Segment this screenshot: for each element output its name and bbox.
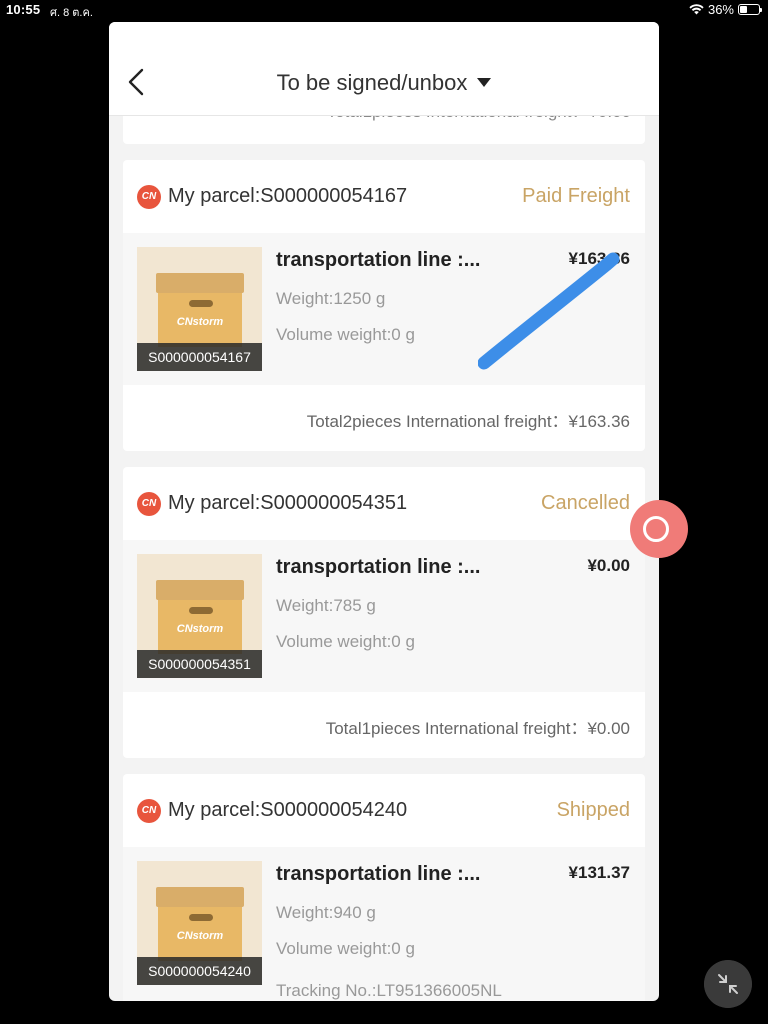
customer-service-icon bbox=[643, 516, 669, 542]
customer-service-button[interactable] bbox=[630, 500, 688, 558]
caret-down-icon bbox=[477, 78, 492, 87]
thumbnail-label: S000000054167 bbox=[137, 343, 262, 371]
top-nav-bar: To be signed/unbox bbox=[109, 22, 659, 116]
parcel-footer: Total1pieces International freight：¥0.00 bbox=[123, 692, 645, 758]
status-date: ศ. 8 ต.ค. bbox=[50, 7, 93, 19]
parcel-status: Paid Freight bbox=[522, 185, 630, 207]
box-handle bbox=[189, 300, 213, 307]
box-handle bbox=[189, 607, 213, 614]
parcel-volume-weight: Volume weight:0 g bbox=[276, 325, 415, 344]
parcel-weight: Weight:785 g bbox=[276, 596, 376, 615]
parcel-footer: Total2pieces International freight：¥163.… bbox=[123, 385, 645, 451]
box-lid bbox=[156, 273, 244, 293]
parcel-volume-weight: Volume weight:0 g bbox=[276, 632, 415, 651]
parcel-price: ¥0.00 bbox=[587, 556, 630, 575]
parcel-thumbnail: CNstorm S000000054240 bbox=[137, 861, 262, 985]
page-title-dropdown[interactable]: To be signed/unbox bbox=[109, 70, 659, 96]
parcel-total-freight: Total1pieces International freight：¥0.00 bbox=[325, 719, 630, 738]
parcel-header: CN My parcel:S000000054167 Paid Freight bbox=[123, 160, 645, 233]
status-time: 10:55 bbox=[6, 2, 41, 17]
collapse-button[interactable] bbox=[704, 960, 752, 1008]
status-right: 36% bbox=[689, 2, 762, 17]
cn-badge-icon: CN bbox=[137, 185, 161, 209]
parcel-header: CN My parcel:S000000054240 Shipped bbox=[123, 774, 645, 847]
parcel-status: Shipped bbox=[556, 799, 630, 821]
parcel-card[interactable]: CN My parcel:S000000054351 Cancelled CNs… bbox=[123, 467, 645, 758]
box-logo: CNstorm bbox=[176, 623, 224, 635]
parcel-header: CN My parcel:S000000054351 Cancelled bbox=[123, 467, 645, 540]
box-icon: CNstorm bbox=[158, 907, 242, 961]
box-logo: CNstorm bbox=[176, 316, 224, 328]
box-icon: CNstorm bbox=[158, 293, 242, 347]
box-lid bbox=[156, 887, 244, 907]
parcel-number: My parcel:S000000054351 bbox=[168, 492, 408, 514]
parcel-list[interactable]: Total1pieces International freight：¥0.00… bbox=[109, 22, 659, 1001]
parcel-number: My parcel:S000000054167 bbox=[168, 185, 408, 207]
status-bar: 10:55 ศ. 8 ต.ค. 36% bbox=[0, 0, 768, 20]
parcel-item[interactable]: CNstorm S000000054240 transportation lin… bbox=[123, 847, 645, 1001]
thumbnail-label: S000000054240 bbox=[137, 957, 262, 985]
wifi-icon bbox=[689, 4, 704, 15]
parcel-weight: Weight:1250 g bbox=[276, 289, 386, 308]
parcel-total-freight: Total2pieces International freight：¥163.… bbox=[306, 412, 630, 431]
parcel-number: My parcel:S000000054240 bbox=[168, 799, 408, 821]
app-window: Total1pieces International freight：¥0.00… bbox=[109, 22, 659, 1001]
tracking-number: Tracking No.:LT951366005NL bbox=[276, 981, 502, 1000]
page-title: To be signed/unbox bbox=[276, 70, 468, 95]
cn-badge-icon: CN bbox=[137, 492, 161, 516]
transportation-line: transportation line :... bbox=[276, 556, 481, 578]
parcel-thumbnail: CNstorm S000000054351 bbox=[137, 554, 262, 678]
box-lid bbox=[156, 580, 244, 600]
transportation-line: transportation line :... bbox=[276, 249, 481, 271]
parcel-card[interactable]: CN My parcel:S000000054240 Shipped CNsto… bbox=[123, 774, 645, 1001]
box-handle bbox=[189, 914, 213, 921]
parcel-status: Cancelled bbox=[541, 492, 630, 514]
box-icon: CNstorm bbox=[158, 600, 242, 654]
parcel-price: ¥131.37 bbox=[568, 863, 630, 882]
parcel-price: ¥163.36 bbox=[568, 249, 630, 268]
battery-icon bbox=[738, 4, 762, 15]
cn-badge-icon: CN bbox=[137, 799, 161, 823]
thumbnail-label: S000000054351 bbox=[137, 650, 262, 678]
parcel-weight: Weight:940 g bbox=[276, 903, 376, 922]
battery-percent: 36% bbox=[707, 2, 734, 17]
parcel-volume-weight: Volume weight:0 g bbox=[276, 939, 415, 958]
box-logo: CNstorm bbox=[176, 930, 224, 942]
parcel-item[interactable]: CNstorm S000000054351 transportation lin… bbox=[123, 540, 645, 692]
parcel-card[interactable]: CN My parcel:S000000054167 Paid Freight … bbox=[123, 160, 645, 451]
parcel-item[interactable]: CNstorm S000000054167 transportation lin… bbox=[123, 233, 645, 385]
parcel-thumbnail: CNstorm S000000054167 bbox=[137, 247, 262, 371]
transportation-line: transportation line :... bbox=[276, 863, 481, 885]
